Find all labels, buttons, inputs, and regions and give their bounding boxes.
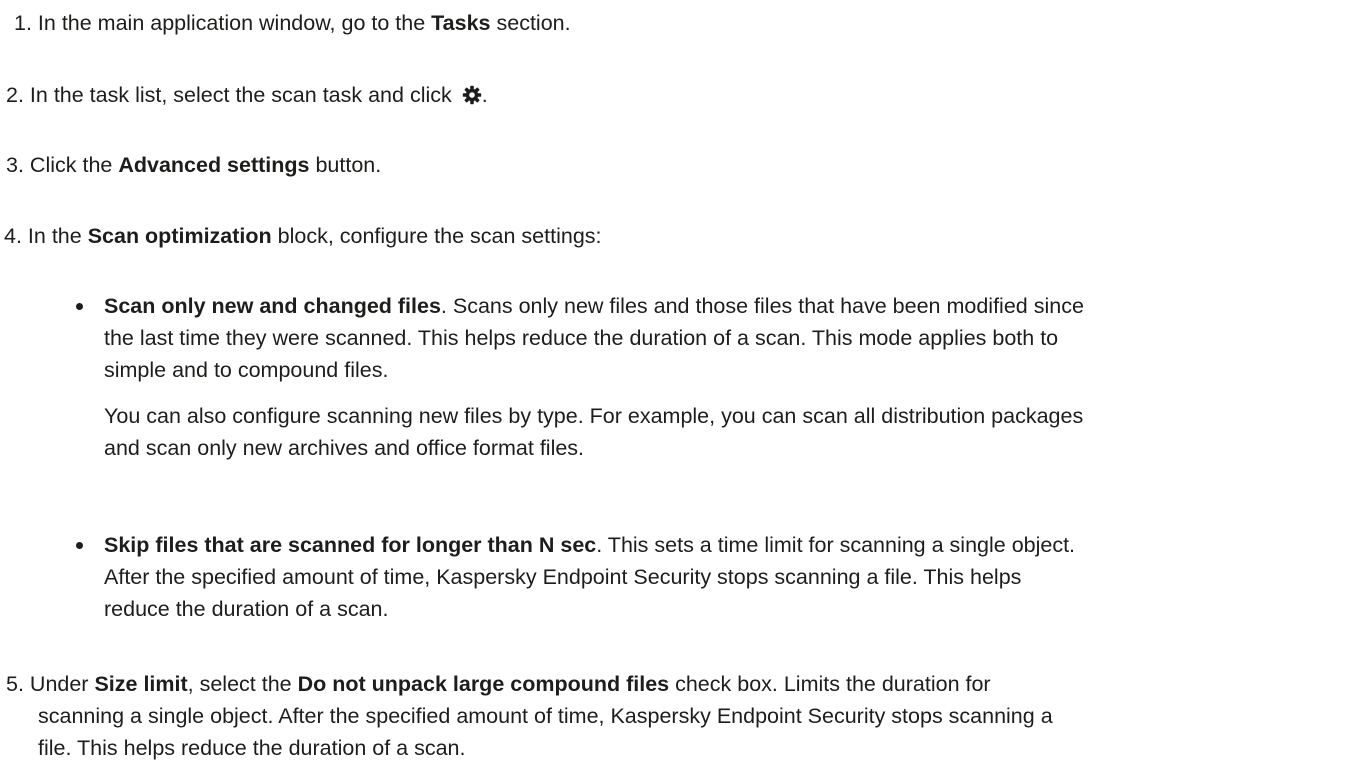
- step-text: In the: [21, 224, 88, 248]
- option-description: simple and to compound files.: [104, 358, 389, 382]
- step-number: 2.: [6, 83, 24, 107]
- step-1: 1. In the main application window, go to…: [14, 7, 571, 39]
- advanced-settings-label: Advanced settings: [118, 153, 310, 177]
- step-number: 1.: [14, 11, 32, 35]
- step-text: .: [481, 83, 488, 107]
- option-name: Skip files that are scanned for longer t…: [104, 533, 597, 557]
- step-5: 5. Under Size limit, select the Do not u…: [6, 668, 991, 700]
- option-name: Scan only new and changed files: [104, 294, 441, 318]
- option-note: You can also configure scanning new file…: [104, 404, 1084, 428]
- step-number: 4.: [4, 224, 22, 248]
- option-description: the last time they were scanned. This he…: [104, 326, 1059, 350]
- step-text: Click the: [23, 153, 119, 177]
- step-number: 3.: [6, 153, 24, 177]
- step-number: 5.: [6, 672, 24, 696]
- option-description: After the specified amount of time, Kasp…: [104, 565, 1022, 589]
- size-limit-label: Size limit: [94, 672, 188, 696]
- step-text: block, configure the scan settings:: [271, 224, 602, 248]
- step-5-continuation: file. This helps reduce the duration of …: [38, 736, 466, 760]
- step-text: In the task list, select the scan task a…: [23, 83, 458, 107]
- option-note: and scan only new archives and office fo…: [104, 436, 585, 460]
- do-not-unpack-label: Do not unpack large compound files: [297, 672, 670, 696]
- option-description: reduce the duration of a scan.: [104, 597, 389, 621]
- step-text: section.: [490, 11, 571, 35]
- step-4: 4. In the Scan optimization block, confi…: [4, 220, 602, 252]
- gear-icon: [462, 82, 482, 105]
- bullet-item-scan-new-changed: Scan only new and changed files. Scans o…: [104, 290, 1329, 464]
- scan-optimization-label: Scan optimization: [87, 224, 272, 248]
- option-description: . Scans only new files and those files t…: [440, 294, 1084, 318]
- tasks-section-label: Tasks: [431, 11, 491, 35]
- bullet-marker: [76, 542, 83, 549]
- option-description: . This sets a time limit for scanning a …: [596, 533, 1076, 557]
- step-5-continuation: scanning a single object. After the spec…: [38, 704, 1053, 728]
- step-text: In the main application window, go to th…: [31, 11, 432, 35]
- step-text: check box. Limits the duration for: [669, 672, 991, 696]
- step-2: 2. In the task list, select the scan tas…: [6, 79, 488, 111]
- step-text: button.: [309, 153, 382, 177]
- step-3: 3. Click the Advanced settings button.: [6, 149, 381, 181]
- step-text: , select the: [187, 672, 298, 696]
- bullet-item-skip-long-files: Skip files that are scanned for longer t…: [104, 529, 1329, 625]
- step-text: Under: [23, 672, 95, 696]
- bullet-marker: [76, 303, 83, 310]
